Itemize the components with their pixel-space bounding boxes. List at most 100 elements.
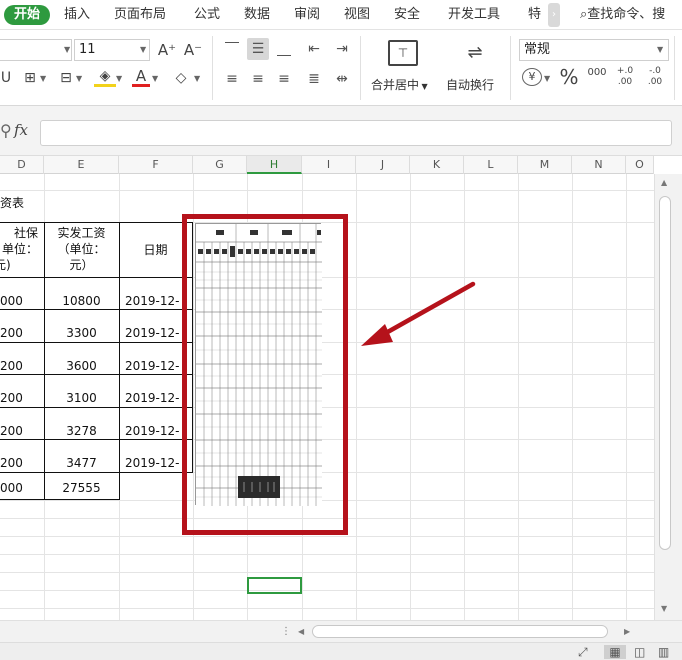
align-bottom-icon[interactable]: ⎽ [273, 38, 295, 60]
column-header-o[interactable]: O [626, 156, 654, 174]
increase-indent-icon[interactable]: ⇥ [331, 38, 353, 60]
header-line: 社保 [13, 226, 38, 240]
scroll-left-icon[interactable]: ◀ [298, 627, 304, 636]
horizontal-scrollbar[interactable]: ⋮ ◀ ▶ [0, 620, 682, 642]
fill-color-icon[interactable]: ◈ [94, 68, 116, 87]
cell-d[interactable]: 200 [0, 390, 23, 406]
underline-icon[interactable]: U [0, 68, 12, 88]
decrease-decimal-icon[interactable]: -.0 .00 [644, 66, 666, 88]
font-name-select[interactable] [0, 39, 72, 61]
spreadsheet-grid[interactable]: 资表 社保 单位： 元) 实发工资 （单位： 元） 日期 000 10800 2… [0, 174, 654, 620]
tab-page-layout[interactable]: 页面布局 [114, 5, 166, 25]
tab-start[interactable]: 开始 [4, 5, 50, 25]
column-header-f[interactable]: F [119, 156, 193, 174]
tab-view[interactable]: 视图 [344, 5, 370, 25]
font-color-icon[interactable]: A [132, 68, 150, 87]
number-format-select[interactable]: 常规 [519, 39, 669, 61]
cell-d[interactable]: 200 [0, 455, 23, 471]
command-search[interactable]: ⌕查找命令、搜 [580, 5, 665, 25]
cell-f[interactable]: 2019-12- [125, 423, 179, 439]
table-border [119, 222, 120, 500]
cell-e[interactable]: 3600 [44, 358, 119, 374]
decrease-indent-icon[interactable]: ⇤ [303, 38, 325, 60]
fx-icon[interactable]: fx [14, 121, 28, 139]
tab-insert[interactable]: 插入 [64, 5, 90, 25]
tab-data[interactable]: 数据 [244, 5, 270, 25]
align-left-icon[interactable]: ≡ [221, 68, 243, 90]
column-header-n[interactable]: N [572, 156, 626, 174]
currency-icon[interactable]: ¥ [522, 68, 542, 86]
column-header-i[interactable]: I [302, 156, 356, 174]
merge-center-label: 合并居中 [371, 78, 420, 92]
horizontal-scroll-thumb[interactable] [312, 625, 608, 638]
cell-d[interactable]: 200 [0, 423, 23, 439]
page-layout-view-icon[interactable]: ◫ [634, 645, 645, 659]
salary-table: 社保 单位： 元) 实发工资 （单位： 元） 日期 000 10800 2019… [0, 222, 193, 500]
percent-icon[interactable]: % [556, 67, 582, 87]
thousands-separator-icon[interactable]: 000 [586, 66, 608, 80]
cell-d[interactable]: 200 [0, 358, 23, 374]
tab-developer[interactable]: 开发工具 [448, 5, 500, 25]
cell-f[interactable]: 2019-12- [125, 390, 179, 406]
tab-security[interactable]: 安全 [394, 5, 420, 25]
fullscreen-icon[interactable]: ⤢ [578, 645, 588, 660]
cell-d[interactable]: 000 [0, 293, 23, 309]
vertical-scrollbar[interactable]: ▲ ▼ [654, 174, 682, 620]
shrink-font-icon[interactable]: A⁻ [182, 40, 204, 60]
column-header-m[interactable]: M [518, 156, 572, 174]
cell-e[interactable]: 10800 [44, 293, 119, 309]
column-header-k[interactable]: K [410, 156, 464, 174]
border-icon[interactable]: ⊞ [20, 68, 40, 88]
wrap-text-button[interactable]: 自动换行 [446, 76, 494, 93]
increase-decimal-icon[interactable]: +.0 .00 [614, 66, 636, 88]
scroll-down-icon[interactable]: ▼ [661, 604, 667, 613]
formula-input[interactable] [40, 120, 672, 146]
column-header-g[interactable]: G [193, 156, 247, 174]
table-border [0, 407, 193, 408]
cell-d[interactable]: 000 [0, 480, 23, 496]
align-middle-icon[interactable]: ☰ [247, 38, 269, 60]
cell-style-icon[interactable]: ⊟ [56, 68, 76, 88]
column-header-d[interactable]: D [0, 156, 44, 174]
active-cell-selection[interactable] [247, 577, 302, 594]
align-top-icon[interactable]: ⎺ [221, 38, 243, 60]
cell-e[interactable]: 3278 [44, 423, 119, 439]
eraser-icon[interactable]: ◇ [170, 68, 192, 88]
cell-f[interactable]: 2019-12- [125, 455, 179, 471]
grow-font-icon[interactable]: A⁺ [156, 40, 178, 60]
scroll-right-icon[interactable]: ▶ [624, 627, 630, 636]
cell-e[interactable]: 3100 [44, 390, 119, 406]
cell-f[interactable]: 2019-12- [125, 325, 179, 341]
column-header-j[interactable]: J [356, 156, 410, 174]
formula-bar: ⚲ fx [0, 106, 682, 156]
align-right-icon[interactable]: ≡ [273, 68, 295, 90]
font-size-value: 11 [79, 42, 96, 57]
cell-e[interactable]: 3300 [44, 325, 119, 341]
zoom-icon[interactable]: ⚲ [0, 121, 12, 140]
page-break-view-icon[interactable]: ▥ [658, 645, 669, 659]
distributed-align-icon[interactable]: ⇹ [331, 68, 353, 90]
table-border [0, 374, 193, 375]
cell-f[interactable]: 2019-12- [125, 358, 179, 374]
column-header-l[interactable]: L [464, 156, 518, 174]
cell-e[interactable]: 3477 [44, 455, 119, 471]
menu-more-button[interactable]: › [548, 3, 560, 27]
tab-review[interactable]: 审阅 [294, 5, 320, 25]
vertical-scroll-thumb[interactable] [659, 196, 671, 550]
sheet-nav-icon[interactable]: ⋮ [281, 626, 291, 637]
justify-icon[interactable]: ≣ [303, 68, 325, 90]
column-header-h[interactable]: H [247, 156, 302, 174]
tab-formulas[interactable]: 公式 [194, 5, 220, 25]
scroll-up-icon[interactable]: ▲ [661, 178, 667, 187]
align-center-icon[interactable]: ≡ [247, 68, 269, 90]
header-line: （单位： [57, 242, 106, 256]
cell-d[interactable]: 200 [0, 325, 23, 341]
merge-center-button[interactable]: 合并居中 ▼ [371, 76, 428, 93]
font-size-select[interactable]: 11 [74, 39, 150, 61]
cell-e[interactable]: 27555 [44, 480, 119, 496]
normal-view-icon[interactable]: ▦ [604, 645, 626, 659]
column-header-e[interactable]: E [44, 156, 119, 174]
cell-f[interactable]: 2019-12- [125, 293, 179, 309]
ribbon-separator [360, 36, 361, 100]
tab-special[interactable]: 特 [528, 5, 541, 25]
